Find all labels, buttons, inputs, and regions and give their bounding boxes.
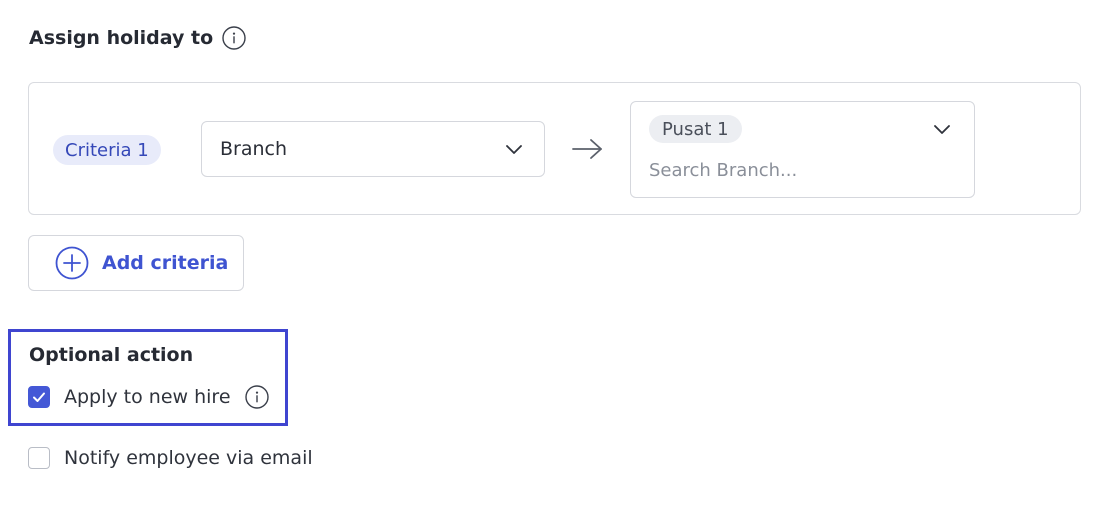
criteria-field-value: Branch: [220, 138, 288, 160]
apply-new-hire-label: Apply to new hire: [64, 386, 231, 408]
branch-multi-select[interactable]: Pusat 1: [630, 101, 975, 198]
notify-email-label: Notify employee via email: [64, 447, 313, 469]
checkmark-icon: [33, 392, 45, 402]
assign-holiday-title: Assign holiday to: [29, 24, 246, 52]
apply-new-hire-option[interactable]: Apply to new hire: [28, 384, 269, 410]
assign-holiday-title-text: Assign holiday to: [29, 27, 214, 49]
arrow-right-icon: [571, 137, 605, 165]
criteria-chip: Criteria 1: [53, 135, 161, 165]
optional-action-title: Optional action: [29, 344, 194, 366]
chevron-down-icon[interactable]: [932, 119, 952, 143]
branch-search-input[interactable]: [649, 156, 939, 184]
add-criteria-label: Add criteria: [102, 252, 229, 274]
info-icon[interactable]: [222, 26, 246, 50]
criteria-row: Criteria 1 Branch Pusat 1: [28, 82, 1081, 215]
add-criteria-button[interactable]: Add criteria: [28, 235, 244, 291]
plus-circle-icon: [55, 246, 89, 280]
info-icon[interactable]: [244, 385, 269, 409]
notify-email-option[interactable]: Notify employee via email: [28, 445, 313, 471]
chevron-down-icon[interactable]: [504, 139, 524, 164]
notify-email-checkbox[interactable]: [28, 447, 50, 469]
criteria-field-select[interactable]: Branch: [201, 121, 545, 177]
apply-new-hire-checkbox[interactable]: [28, 386, 50, 408]
selected-branch-tag[interactable]: Pusat 1: [649, 115, 742, 143]
